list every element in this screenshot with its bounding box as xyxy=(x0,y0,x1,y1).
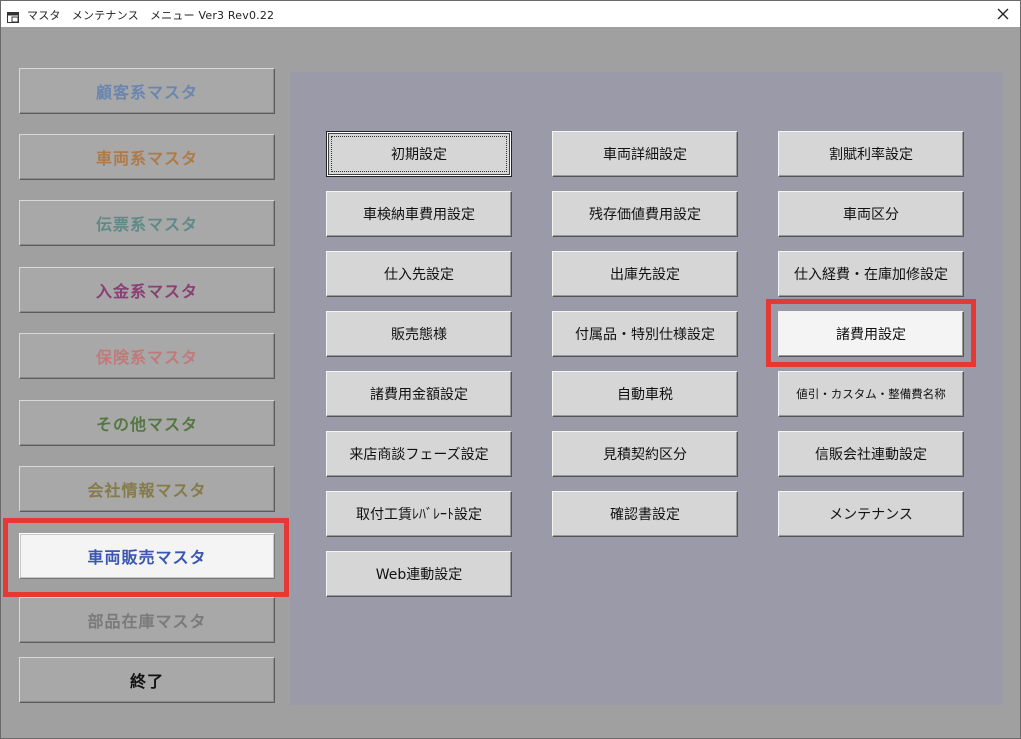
button-label: 諸費用金額設定 xyxy=(370,387,468,403)
title-bar: マスタ メンテナンス メニュー Ver3 Rev0.22 xyxy=(1,1,1020,27)
button-label: 販売態様 xyxy=(391,327,447,343)
button-label: 来店商談フェーズ設定 xyxy=(349,447,489,463)
shipping-destination-button[interactable]: 出庫先設定 xyxy=(552,251,738,297)
accessory-spec-settings-button[interactable]: 付属品・特別仕様設定 xyxy=(552,311,738,357)
maintenance-button[interactable]: メンテナンス xyxy=(778,491,964,537)
button-label: 見積契約区分 xyxy=(603,447,687,463)
left-menu-customer-master[interactable]: 顧客系マスタ xyxy=(19,68,275,114)
sales-mode-button[interactable]: 販売態様 xyxy=(326,311,512,357)
inspection-delivery-cost-button[interactable]: 車検納車費用設定 xyxy=(326,191,512,237)
left-menu-label: 顧客系マスタ xyxy=(95,83,198,102)
misc-cost-amount-button[interactable]: 諸費用金額設定 xyxy=(326,371,512,417)
selection-highlight-left xyxy=(3,518,289,597)
store-negotiation-phase-button[interactable]: 来店商談フェーズ設定 xyxy=(326,431,512,477)
left-menu-payment-master[interactable]: 入金系マスタ xyxy=(19,267,275,313)
initial-settings-button[interactable]: 初期設定 xyxy=(326,131,512,177)
exit-button[interactable]: 終了 xyxy=(19,657,275,703)
supplier-settings-button[interactable]: 仕入先設定 xyxy=(326,251,512,297)
left-menu-insurance-master[interactable]: 保険系マスタ xyxy=(19,333,275,379)
discount-custom-maintenance-names-button[interactable]: 値引・カスタム・整備費名称 xyxy=(778,371,964,417)
window-title: マスタ メンテナンス メニュー Ver3 Rev0.22 xyxy=(27,9,275,22)
close-button[interactable] xyxy=(986,1,1020,27)
left-menu-label: 保険系マスタ xyxy=(95,348,198,367)
button-label: 確認書設定 xyxy=(610,507,680,523)
close-icon xyxy=(997,5,1009,24)
button-label: 車両区分 xyxy=(843,207,899,223)
residual-value-cost-button[interactable]: 残存価値費用設定 xyxy=(552,191,738,237)
button-label: 出庫先設定 xyxy=(610,267,680,283)
button-label: Web連動設定 xyxy=(375,567,463,583)
selection-highlight-right xyxy=(766,299,976,367)
credit-company-link-button[interactable]: 信販会社連動設定 xyxy=(778,431,964,477)
web-link-settings-button[interactable]: Web連動設定 xyxy=(326,551,512,597)
main-window: マスタ メンテナンス メニュー Ver3 Rev0.22 顧客系マスタ 車両系マ… xyxy=(0,0,1021,739)
left-menu-company-master[interactable]: 会社情報マスタ xyxy=(19,466,275,512)
left-menu-label: 車両系マスタ xyxy=(95,149,198,168)
left-menu-parts-stock-master[interactable]: 部品在庫マスタ xyxy=(19,597,275,643)
vehicle-category-button[interactable]: 車両区分 xyxy=(778,191,964,237)
installation-labor-rate-button[interactable]: 取付工賃ﾚﾊﾞﾚｰﾄ設定 xyxy=(326,491,512,537)
installment-rate-settings-button[interactable]: 割賦利率設定 xyxy=(778,131,964,177)
confirmation-document-button[interactable]: 確認書設定 xyxy=(552,491,738,537)
button-label: 取付工賃ﾚﾊﾞﾚｰﾄ設定 xyxy=(356,507,482,523)
left-menu-label: 会社情報マスタ xyxy=(87,481,207,500)
button-label: 仕入経費・在庫加修設定 xyxy=(794,267,948,283)
button-label: 信販会社連動設定 xyxy=(815,447,927,463)
left-menu-other-master[interactable]: その他マスタ xyxy=(19,400,275,446)
left-menu-label: 伝票系マスタ xyxy=(95,215,198,234)
left-menu-label: その他マスタ xyxy=(95,415,198,434)
estimate-contract-category-button[interactable]: 見積契約区分 xyxy=(552,431,738,477)
button-label: メンテナンス xyxy=(829,507,913,523)
automobile-tax-button[interactable]: 自動車税 xyxy=(552,371,738,417)
left-menu-label: 部品在庫マスタ xyxy=(87,612,207,631)
left-menu-label: 入金系マスタ xyxy=(95,282,198,301)
button-label: 付属品・特別仕様設定 xyxy=(575,327,715,343)
button-label: 割賦利率設定 xyxy=(829,147,913,163)
button-label: 仕入先設定 xyxy=(384,267,454,283)
button-label: 自動車税 xyxy=(617,387,673,403)
button-label: 値引・カスタム・整備費名称 xyxy=(796,387,946,401)
button-label: 車両詳細設定 xyxy=(603,147,687,163)
vehicle-detail-settings-button[interactable]: 車両詳細設定 xyxy=(552,131,738,177)
button-label: 残存価値費用設定 xyxy=(589,207,701,223)
focus-ring xyxy=(331,136,507,172)
left-menu-slip-master[interactable]: 伝票系マスタ xyxy=(19,200,275,246)
button-label: 車検納車費用設定 xyxy=(363,207,475,223)
purchase-expense-button[interactable]: 仕入経費・在庫加修設定 xyxy=(778,251,964,297)
left-menu-label: 終了 xyxy=(129,672,164,691)
left-menu-vehicle-master[interactable]: 車両系マスタ xyxy=(19,134,275,180)
app-icon xyxy=(7,8,19,23)
